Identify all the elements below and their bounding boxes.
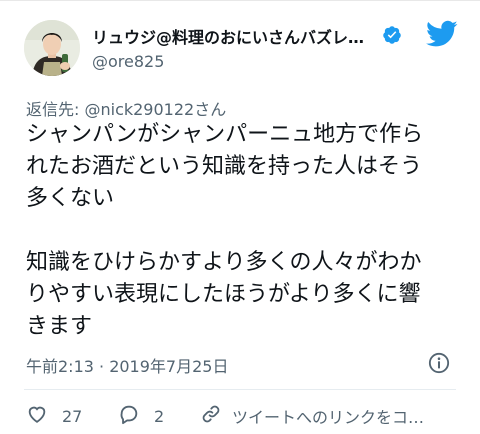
top-divider: [0, 0, 480, 1]
tweet-text-line: れたお酒だという知識を持った人はそう: [26, 154, 423, 179]
tweet-text-line: りやすい表現にしたほうがより多くに響: [26, 282, 421, 307]
heart-icon: [26, 403, 48, 429]
copy-link-label: ツイートへのリンクをコ…: [232, 408, 425, 427]
reply-button[interactable]: 2: [118, 404, 164, 428]
reply-count: 2: [154, 406, 165, 426]
tweet-text-line: シャンパンがシャンパーニュ地方で作ら: [26, 122, 424, 147]
tweet-timestamp[interactable]: 午前2:13 · 2019年7月25日: [26, 353, 228, 377]
twitter-bird-icon[interactable]: [426, 20, 458, 48]
reply-bubble-icon: [118, 403, 140, 429]
info-icon[interactable]: [428, 352, 450, 374]
user-avatar[interactable]: [24, 20, 80, 76]
verified-badge-icon: [382, 25, 402, 45]
tweet-card: リュウジ@料理のおにいさんバズレ… @ore825 返信先: @nick2901…: [0, 0, 480, 434]
reply-to-line[interactable]: 返信先: @nick290122さん: [26, 96, 226, 120]
actions-divider: [24, 389, 456, 390]
display-name[interactable]: リュウジ@料理のおにいさんバズレ…: [92, 24, 372, 48]
user-handle[interactable]: @ore825: [92, 52, 164, 71]
link-icon: [200, 403, 222, 429]
copy-link-button[interactable]: ツイートへのリンクをコ…: [200, 404, 450, 428]
tweet-text-line: 多くない: [26, 186, 115, 211]
tweet-text-line: きます: [26, 314, 93, 339]
tweet-text-line: 知識をひけらかすより多くの人々がわか: [26, 250, 422, 275]
tweet-text: シャンパンがシャンパーニュ地方で作ら れたお酒だという知識を持った人はそう 多く…: [26, 119, 466, 343]
like-button[interactable]: 27: [26, 404, 82, 428]
like-count: 27: [62, 406, 83, 426]
tweet-text-line: [26, 215, 466, 247]
